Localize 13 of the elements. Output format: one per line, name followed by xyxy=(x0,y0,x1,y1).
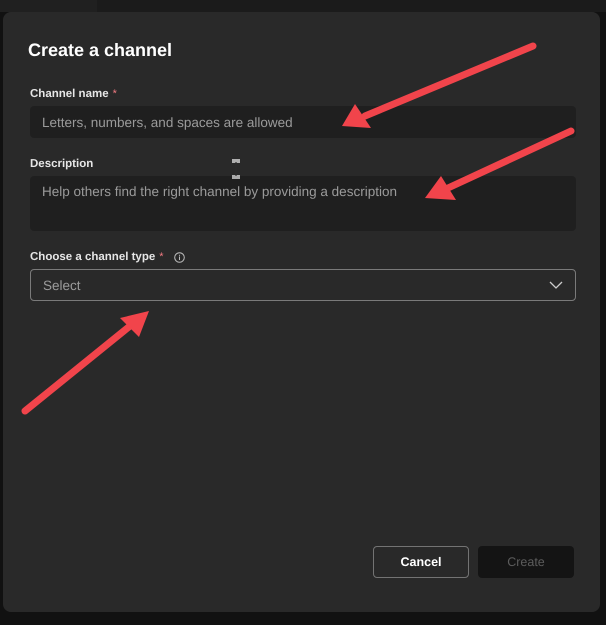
required-asterisk: * xyxy=(112,88,117,100)
dialog-title: Create a channel xyxy=(28,39,174,62)
text-cursor-icon xyxy=(231,159,241,179)
info-icon[interactable] xyxy=(174,252,185,262)
description-field[interactable]: Help others find the right channel by providing a description xyxy=(30,176,576,231)
chevron-down-icon xyxy=(549,281,563,289)
channel-name-field[interactable]: Letters, numbers, and spaces are allowed xyxy=(30,106,576,138)
required-asterisk: * xyxy=(159,251,164,263)
field-label: Choose a channel type xyxy=(30,251,156,263)
cancel-button[interactable]: Cancel xyxy=(373,546,469,578)
field-label: Channel name xyxy=(30,88,109,100)
field-label: Description xyxy=(30,158,94,170)
channel-type-dropdown[interactable]: Select xyxy=(30,269,576,301)
